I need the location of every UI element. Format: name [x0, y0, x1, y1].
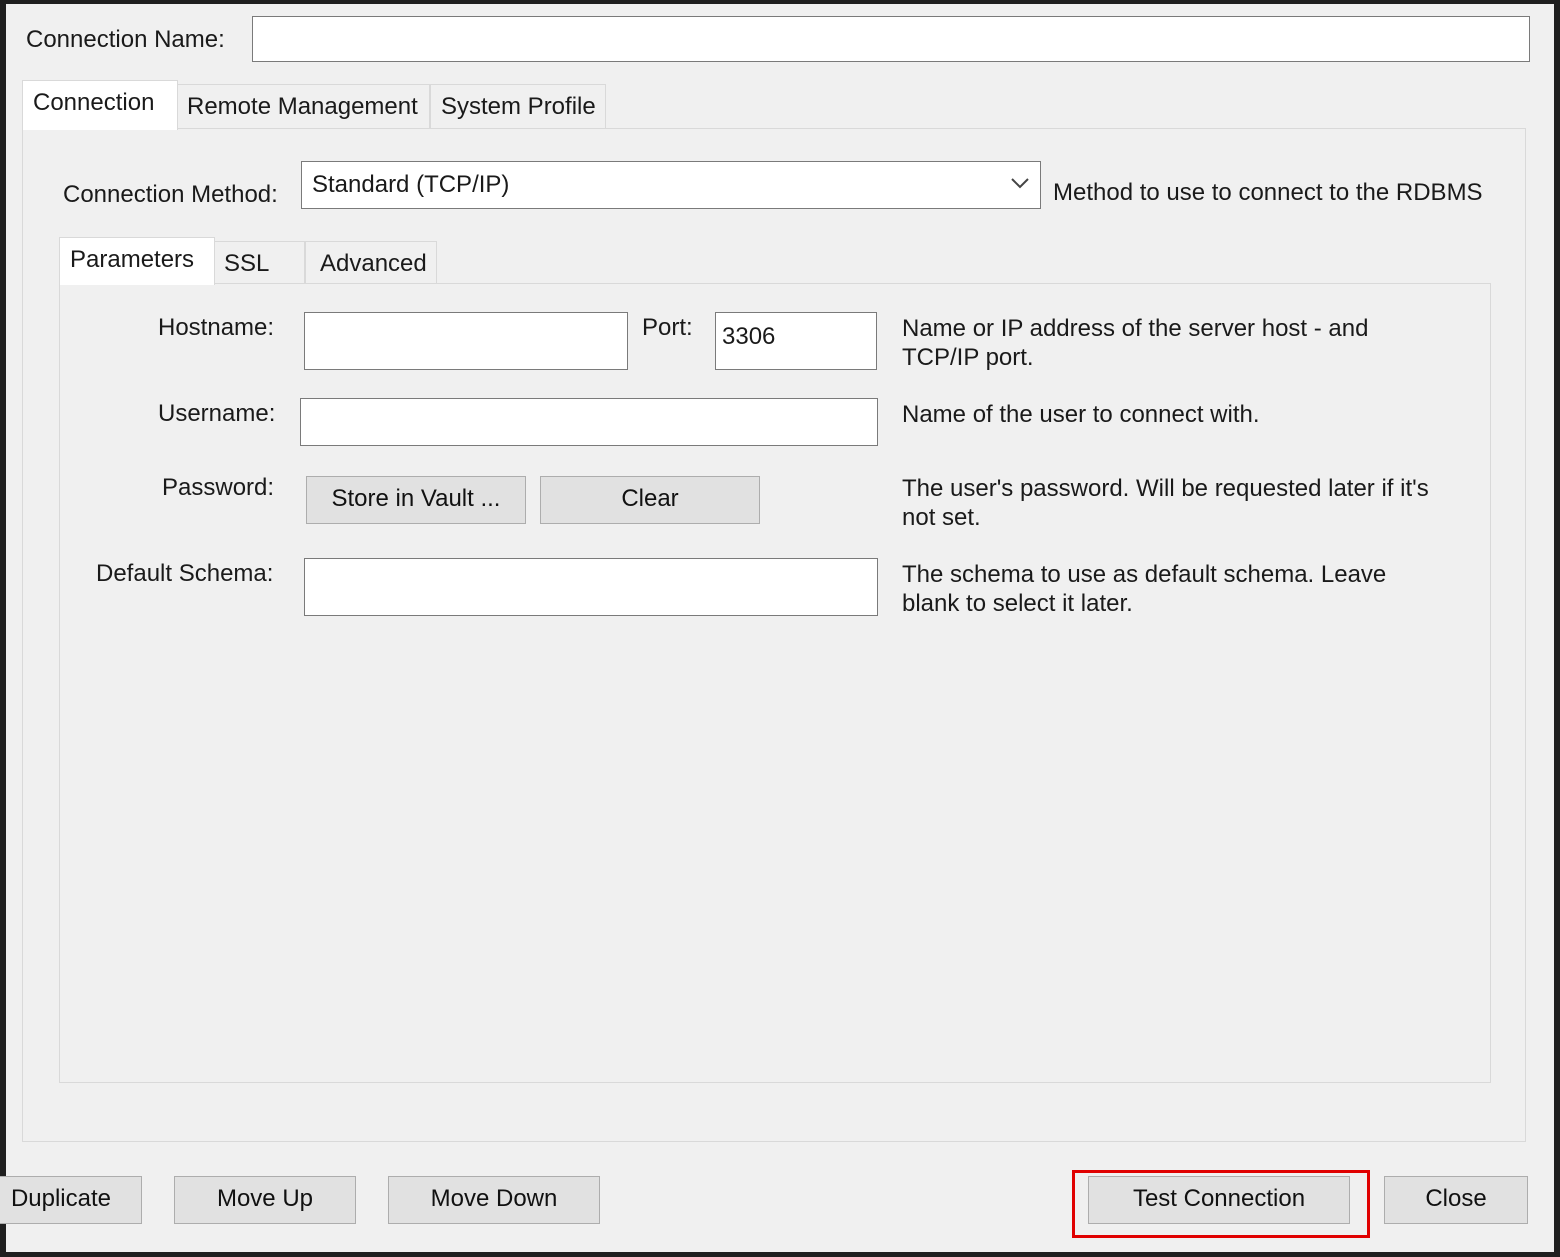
hostname-input[interactable]	[304, 312, 628, 370]
duplicate-button[interactable]: Duplicate	[0, 1176, 142, 1224]
hostname-label: Hostname:	[158, 314, 275, 341]
move-up-button[interactable]: Move Up	[174, 1176, 356, 1224]
tab-parameters[interactable]: Parameters	[59, 237, 215, 285]
chevron-down-icon	[1010, 176, 1030, 195]
connection-method-select[interactable]: Standard (TCP/IP)	[301, 161, 1041, 209]
tab-advanced[interactable]: Advanced	[305, 241, 437, 285]
connection-method-help: Method to use to connect to the RDBMS	[1053, 179, 1483, 206]
host-help-line-2: TCP/IP port.	[902, 344, 1034, 371]
connection-method-value: Standard (TCP/IP)	[312, 171, 510, 198]
port-value: 3306	[722, 323, 776, 350]
connection-tab-panel: Connection Method: Standard (TCP/IP) Met…	[22, 128, 1526, 1142]
host-help-text: Name or IP address of the server host - …	[902, 314, 1368, 372]
connection-name-label: Connection Name:	[26, 26, 225, 53]
default-schema-help-line-1: The schema to use as default schema. Lea…	[902, 561, 1387, 588]
host-help-line-1: Name or IP address of the server host - …	[902, 315, 1369, 342]
tab-ssl[interactable]: SSL	[213, 241, 305, 285]
default-schema-input[interactable]	[304, 558, 878, 616]
default-schema-label: Default Schema:	[96, 560, 274, 587]
password-help-line-1: The user's password. Will be requested l…	[902, 475, 1429, 502]
port-label: Port:	[642, 314, 693, 341]
move-down-button[interactable]: Move Down	[388, 1176, 600, 1224]
connection-method-label: Connection Method:	[63, 181, 278, 208]
store-in-vault-button[interactable]: Store in Vault ...	[306, 476, 526, 524]
tab-system-profile[interactable]: System Profile	[430, 84, 606, 130]
username-label: Username:	[158, 400, 276, 427]
port-input[interactable]: 3306	[715, 312, 877, 370]
close-button[interactable]: Close	[1384, 1176, 1528, 1224]
tab-remote-management[interactable]: Remote Management	[176, 84, 430, 130]
password-label: Password:	[162, 474, 275, 501]
test-connection-highlight	[1072, 1170, 1370, 1238]
connection-name-input[interactable]	[252, 16, 1530, 62]
clear-password-button[interactable]: Clear	[540, 476, 760, 524]
connection-dialog: Connection Name: Connection Remote Manag…	[0, 4, 1554, 1252]
username-help: Name of the user to connect with.	[902, 401, 1260, 428]
default-schema-help-text: The schema to use as default schema. Lea…	[902, 560, 1386, 618]
password-help-line-2: not set.	[902, 504, 981, 531]
username-input[interactable]	[300, 398, 878, 446]
parameters-panel: Hostname: Port: 3306 Name or IP address …	[59, 283, 1491, 1083]
default-schema-help-line-2: blank to select it later.	[902, 590, 1133, 617]
password-help-text: The user's password. Will be requested l…	[902, 474, 1429, 532]
tab-connection[interactable]: Connection	[22, 80, 178, 130]
